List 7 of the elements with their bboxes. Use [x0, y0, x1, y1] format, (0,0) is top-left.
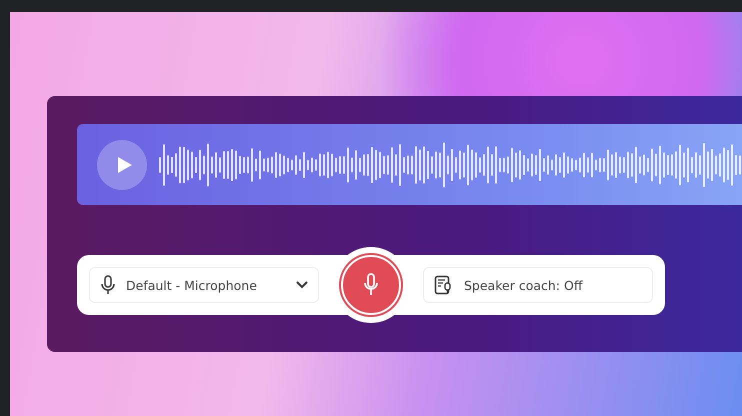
microphone-dropdown[interactable]: Default - Microphone	[89, 267, 319, 303]
play-button[interactable]	[97, 140, 147, 190]
record-button[interactable]	[341, 255, 401, 315]
chevron-down-icon	[296, 281, 308, 289]
microphone-icon	[363, 273, 379, 297]
microphone-icon	[100, 275, 116, 295]
speaker-coach-button[interactable]: Speaker coach: Off	[423, 267, 653, 303]
